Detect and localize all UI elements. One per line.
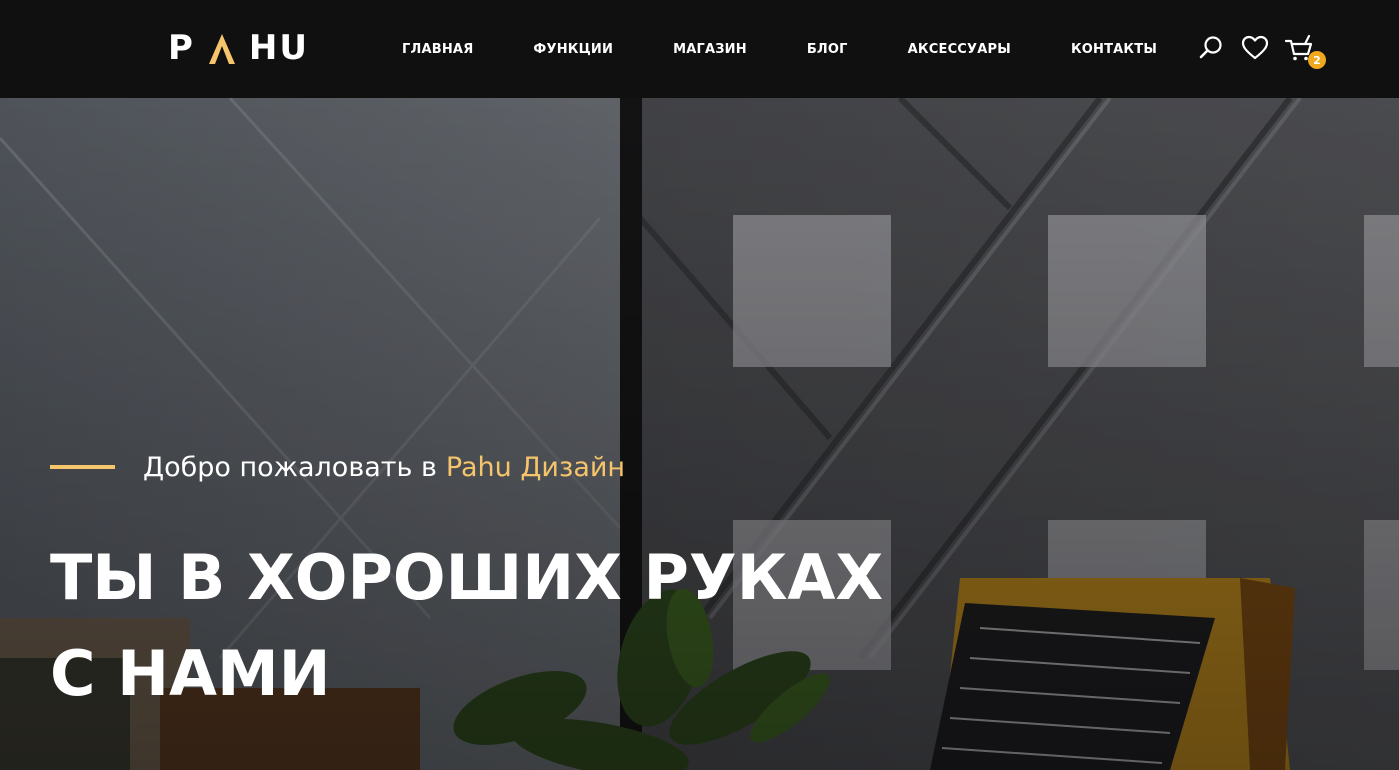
- hero-headline: ТЫ В ХОРОШИХ РУКАХ С НАМИ: [50, 530, 950, 722]
- logo-a-mark-icon: [207, 32, 237, 64]
- welcome-text-main: Добро пожаловать в: [143, 451, 437, 483]
- cart-count-badge: 2: [1308, 51, 1326, 69]
- welcome-text: Добро пожаловать в Pahu Дизайн: [143, 452, 625, 483]
- nav-item-features[interactable]: ФУНКЦИИ: [503, 42, 643, 57]
- cart-icon[interactable]: 2: [1284, 33, 1326, 69]
- welcome-row: Добро пожаловать в Pahu Дизайн: [50, 448, 950, 486]
- logo-letters-hu: HU: [248, 28, 309, 68]
- hero-content: Добро пожаловать в Pahu Дизайн ТЫ В ХОРОШ…: [50, 448, 950, 722]
- logo[interactable]: P HU: [168, 28, 309, 68]
- hero-section: Добро пожаловать в Pahu Дизайн ТЫ В ХОРОШ…: [0, 98, 1399, 770]
- heart-icon[interactable]: [1240, 33, 1270, 63]
- search-icon[interactable]: [1196, 33, 1226, 63]
- nav-item-blog[interactable]: БЛОГ: [777, 42, 878, 57]
- header-icons: 2: [1196, 30, 1328, 69]
- nav-item-accessories[interactable]: АКСЕССУАРЫ: [878, 42, 1041, 57]
- nav-item-shop[interactable]: МАГАЗИН: [643, 42, 777, 57]
- nav-item-contacts[interactable]: КОНТАКТЫ: [1041, 42, 1187, 57]
- main-nav: ГЛАВНАЯ ФУНКЦИИ МАГАЗИН БЛОГ АКСЕССУАРЫ …: [372, 38, 1187, 60]
- welcome-accent-line: [50, 465, 115, 469]
- hero-headline-line2: С НАМИ: [50, 637, 331, 710]
- site-header: P HU ГЛАВНАЯ ФУНКЦИИ МАГАЗИН БЛОГ АКСЕСС…: [0, 0, 1399, 98]
- nav-item-home[interactable]: ГЛАВНАЯ: [372, 42, 503, 57]
- hero-headline-line1: ТЫ В ХОРОШИХ РУКАХ: [50, 541, 884, 614]
- logo-letter-p: P: [168, 28, 195, 68]
- welcome-brand-accent: Pahu Дизайн: [445, 451, 626, 483]
